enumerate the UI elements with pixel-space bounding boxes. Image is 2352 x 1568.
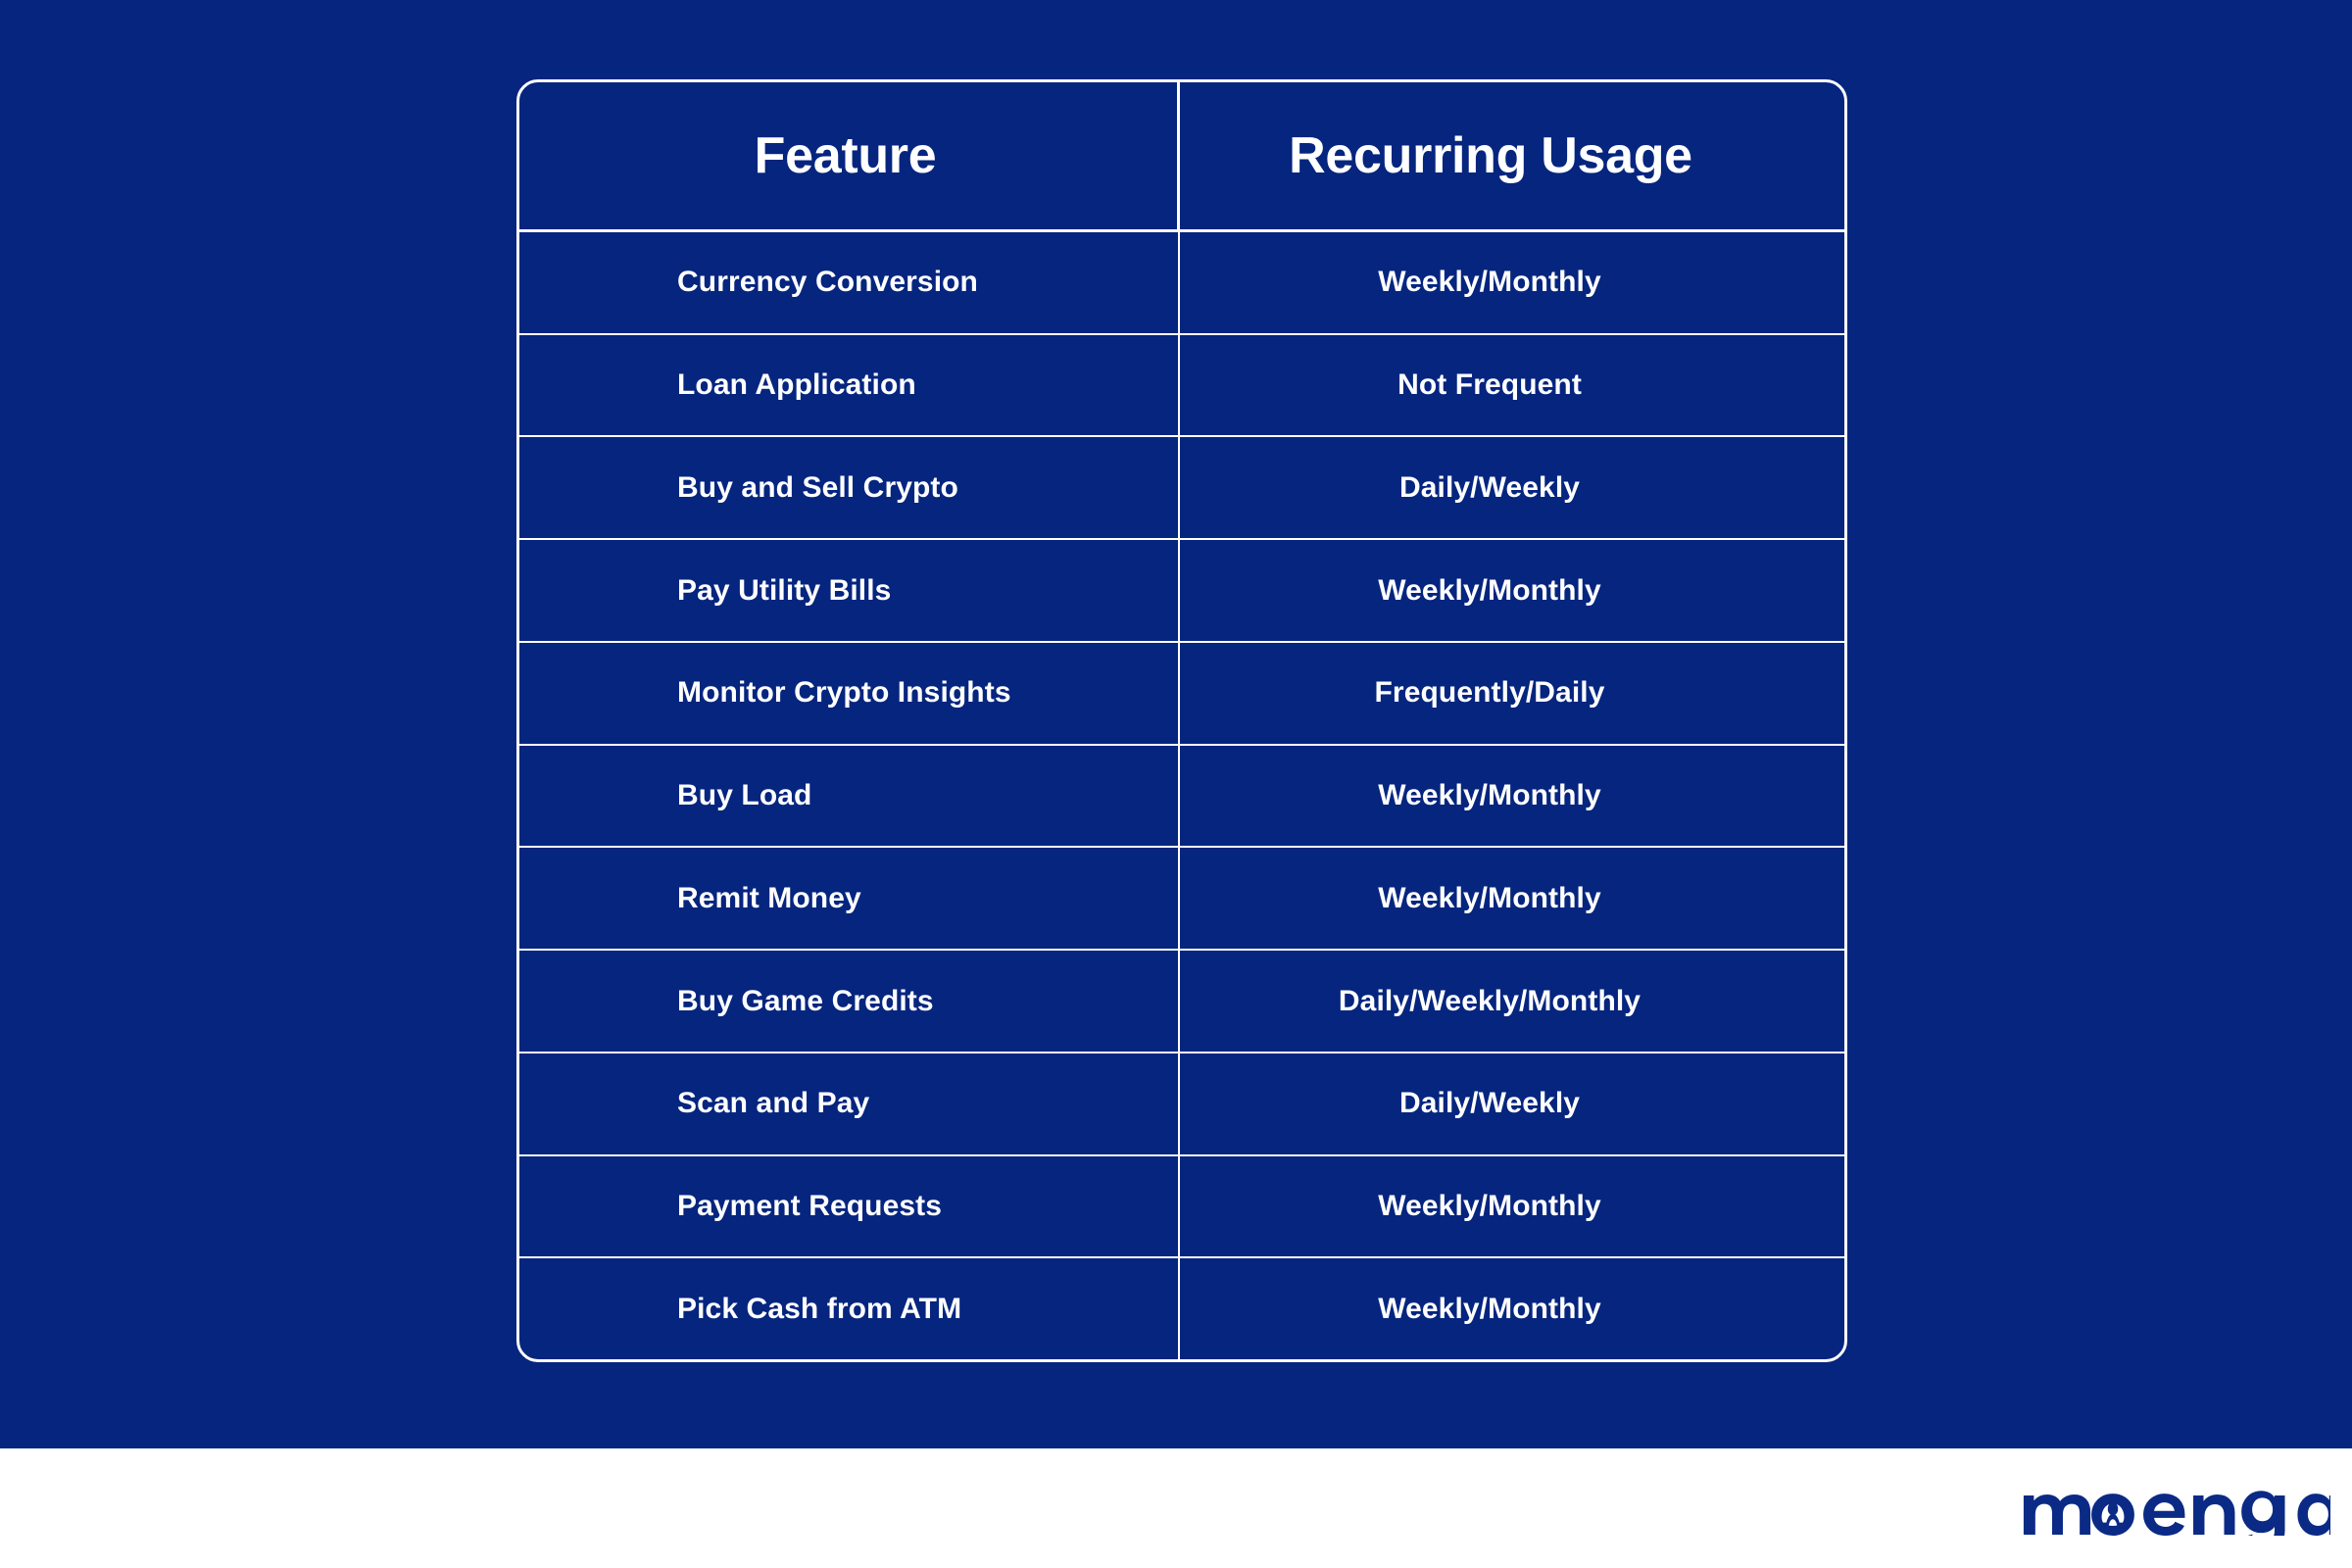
cell-recurring-usage: Daily/Weekly/Monthly (1338, 984, 1642, 1017)
cell-recurring-usage: Not Frequent (1397, 368, 1582, 402)
cell-recurring-usage: Daily/Weekly (1398, 470, 1581, 504)
cell-feature: Payment Requests (519, 1155, 1180, 1257)
table-header-row: Feature Recurring Usage (519, 82, 1844, 232)
cell-feature: Buy Game Credits (519, 951, 1180, 1052)
table-row: Buy Load Weekly/Monthly (519, 745, 1844, 849)
moengage-logo (1880, 1460, 2330, 1550)
table-row: Buy and Sell Crypto Daily/Weekly (519, 437, 1844, 541)
table-row: Monitor Crypto Insights Frequently/Daily (519, 642, 1844, 746)
cell-recurring-usage: Weekly/Monthly (1378, 573, 1601, 607)
table-body: Currency Conversion Weekly/Monthly Loan Ap… (519, 232, 1844, 1359)
column-header-recurring-usage: Recurring Usage (1289, 127, 1692, 184)
cell-recurring-usage: Weekly/Monthly (1378, 1292, 1601, 1325)
cell-feature: Pay Utility Bills (519, 540, 1180, 641)
cell-feature: Pick Cash from ATM (519, 1258, 1180, 1359)
table-row: Payment Requests Weekly/Monthly (519, 1155, 1844, 1259)
cell-recurring-usage: Daily/Weekly (1398, 1087, 1581, 1120)
column-header-feature: Feature (519, 82, 1180, 229)
cell-recurring-usage: Weekly/Monthly (1378, 266, 1601, 299)
table-grid: Feature Recurring Usage Currency Convers… (519, 82, 1844, 1359)
cell-recurring-usage: Weekly/Monthly (1378, 779, 1601, 812)
cell-recurring-usage: Weekly/Monthly (1378, 1189, 1601, 1222)
cell-feature: Monitor Crypto Insights (519, 642, 1180, 744)
feature-usage-table: Feature Recurring Usage Currency Convers… (516, 79, 1847, 1362)
cell-feature: Remit Money (519, 848, 1180, 950)
table-row: Pick Cash from ATM Weekly/Monthly (519, 1258, 1844, 1359)
cell-feature: Buy and Sell Crypto (519, 437, 1180, 539)
cell-recurring-usage: Weekly/Monthly (1378, 881, 1601, 914)
cell-feature: Scan and Pay (519, 1053, 1180, 1154)
cell-feature: Buy Load (519, 745, 1180, 847)
table-row: Remit Money Weekly/Monthly (519, 848, 1844, 952)
cell-recurring-usage: Frequently/Daily (1374, 676, 1605, 710)
hero-panel: Feature Recurring Usage Currency Convers… (0, 0, 2352, 1448)
table-row: Currency Conversion Weekly/Monthly (519, 232, 1844, 335)
cell-feature: Loan Application (519, 334, 1180, 436)
table-row: Buy Game Credits Daily/Weekly/Monthly (519, 951, 1844, 1054)
table-row: Scan and Pay Daily/Weekly (519, 1053, 1844, 1156)
table-row: Loan Application Not Frequent (519, 334, 1844, 438)
footer-bar (0, 1448, 2352, 1568)
table-row: Pay Utility Bills Weekly/Monthly (519, 540, 1844, 643)
cell-feature: Currency Conversion (519, 232, 1180, 333)
page-canvas: Feature Recurring Usage Currency Convers… (0, 0, 2352, 1568)
moengage-logo-icon (2024, 1491, 2330, 1536)
